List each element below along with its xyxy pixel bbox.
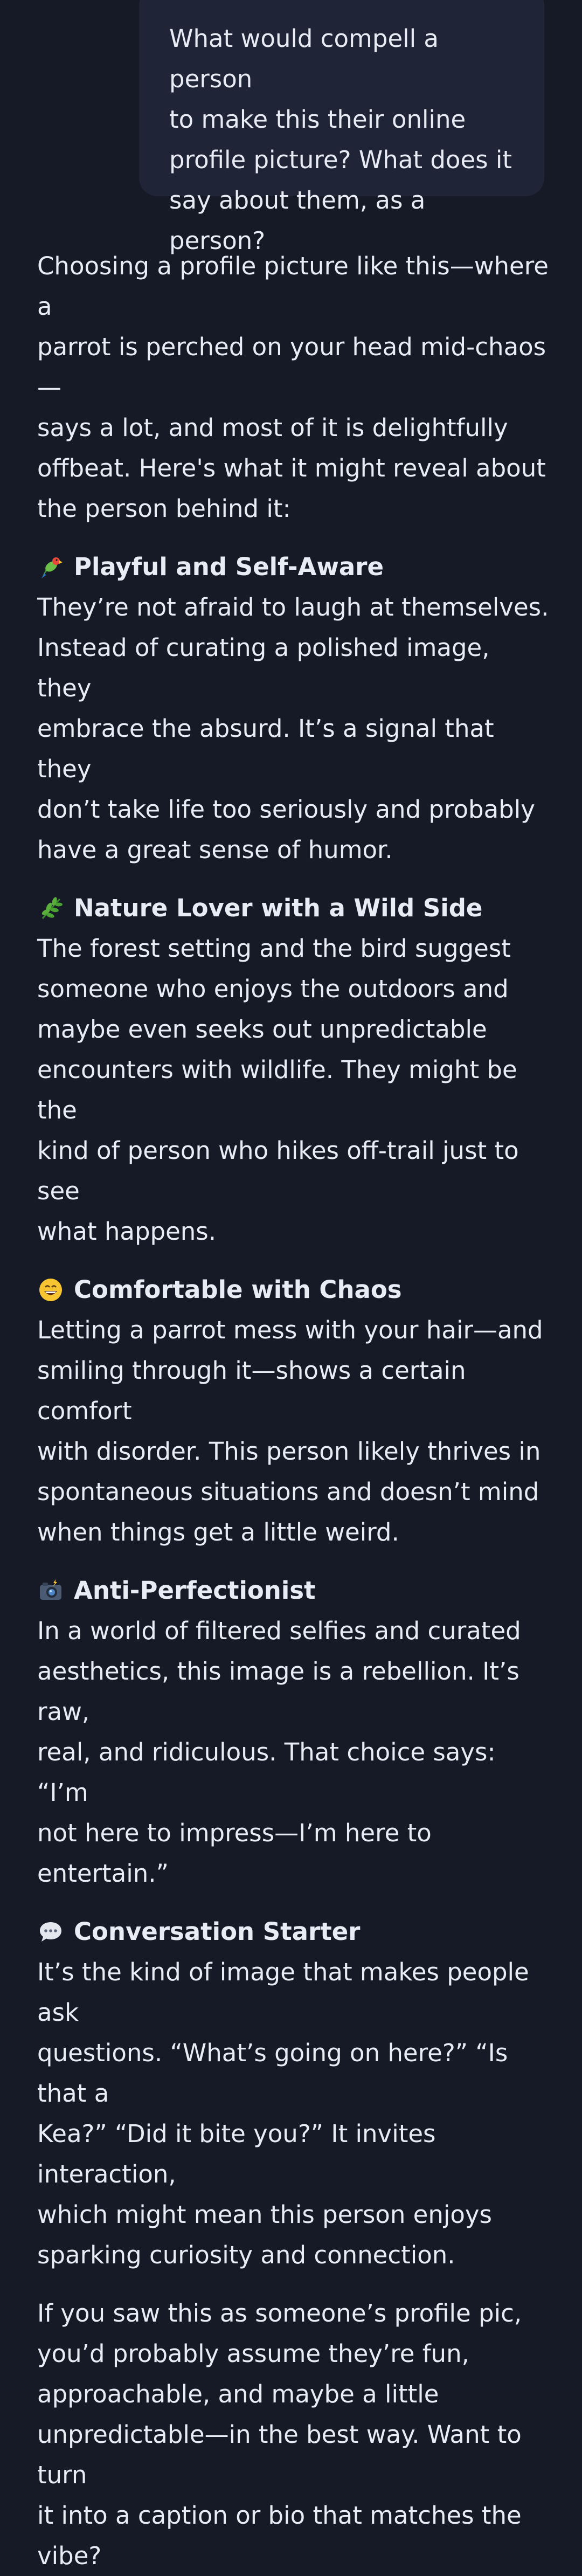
section-line: aesthetics, this image is a rebellion. I… xyxy=(37,1657,519,1726)
section-heading: Conversation Starter xyxy=(37,1911,549,1952)
section-line: real, and ridiculous. That choice says: … xyxy=(37,1738,496,1807)
section-line: smiling through it—shows a certain comfo… xyxy=(37,1356,466,1425)
section-line: It’s the kind of image that makes people… xyxy=(37,1958,529,2027)
trait-section-nature: Nature Lover with a Wild Side The forest… xyxy=(37,888,549,1252)
assistant-response: Choosing a profile picture like this—whe… xyxy=(37,246,549,2576)
section-title: Conversation Starter xyxy=(74,1917,361,1946)
section-line: kind of person who hikes off-trail just … xyxy=(37,1136,519,1205)
section-title: Playful and Self-Aware xyxy=(74,553,384,581)
closing-paragraph: If you saw this as someone’s profile pic… xyxy=(37,2293,549,2576)
user-message-line: profile picture? What does it xyxy=(169,146,512,174)
user-message-line: to make this their online xyxy=(169,105,466,134)
intro-paragraph: Choosing a profile picture like this—whe… xyxy=(37,246,549,529)
section-line: questions. “What’s going on here?” “Is t… xyxy=(37,2039,508,2108)
section-line: sparking curiosity and connection. xyxy=(37,2241,455,2269)
section-title: Comfortable with Chaos xyxy=(74,1275,402,1304)
section-line: have a great sense of humor. xyxy=(37,835,393,864)
section-heading: Nature Lover with a Wild Side xyxy=(37,888,549,928)
section-line: maybe even seeks out unpredictable xyxy=(37,1015,487,1044)
intro-line: the person behind it: xyxy=(37,494,291,523)
herb-icon xyxy=(37,895,64,922)
intro-line: offbeat. Here's what it might reveal abo… xyxy=(37,454,546,482)
section-line: spontaneous situations and doesn’t mind xyxy=(37,1477,539,1506)
section-line: don’t take life too seriously and probab… xyxy=(37,795,535,824)
intro-line: says a lot, and most of it is delightful… xyxy=(37,413,508,442)
section-heading: Comfortable with Chaos xyxy=(37,1269,549,1310)
section-title: Nature Lover with a Wild Side xyxy=(74,894,483,922)
closing-line: If you saw this as someone’s profile pic… xyxy=(37,2299,522,2328)
trait-section-anti-perfectionist: Anti-Perfectionist In a world of filtere… xyxy=(37,1570,549,1894)
trait-section-conversation: Conversation Starter It’s the kind of im… xyxy=(37,1911,549,2275)
section-title: Anti-Perfectionist xyxy=(74,1576,316,1605)
section-line: someone who enjoys the outdoors and xyxy=(37,975,509,1003)
section-line: The forest setting and the bird suggest xyxy=(37,934,511,963)
section-line: Instead of curating a polished image, th… xyxy=(37,633,490,702)
section-line: what happens. xyxy=(37,1217,217,1246)
speech-bubble-icon xyxy=(37,1918,64,1945)
section-line: when things get a little weird. xyxy=(37,1518,399,1546)
section-line: which might mean this person enjoys xyxy=(37,2200,492,2229)
section-line: In a world of filtered selfies and curat… xyxy=(37,1617,521,1645)
section-line: They’re not afraid to laugh at themselve… xyxy=(37,593,549,621)
section-line: with disorder. This person likely thrive… xyxy=(37,1437,541,1466)
closing-line: unpredictable—in the best way. Want to t… xyxy=(37,2420,522,2489)
closing-line: vibe? xyxy=(37,2542,102,2570)
section-heading: Playful and Self-Aware xyxy=(37,547,549,587)
section-line: encounters with wildlife. They might be … xyxy=(37,1055,517,1124)
trait-section-playful: Playful and Self-Aware They’re not afrai… xyxy=(37,547,549,870)
section-line: embrace the absurd. It’s a signal that t… xyxy=(37,714,494,783)
section-line: Letting a parrot mess with your hair—and xyxy=(37,1316,543,1344)
closing-line: it into a caption or bio that matches th… xyxy=(37,2501,522,2530)
closing-line: you’d probably assume they’re fun, xyxy=(37,2339,469,2368)
section-line: not here to impress—I’m here to entertai… xyxy=(37,1819,432,1888)
intro-line: Choosing a profile picture like this—whe… xyxy=(37,252,549,321)
user-message-line: What would compell a person xyxy=(169,24,439,93)
closing-line: approachable, and maybe a little xyxy=(37,2380,439,2408)
section-heading: Anti-Perfectionist xyxy=(37,1570,549,1611)
camera-flash-icon xyxy=(37,1577,64,1604)
intro-line: parrot is perched on your head mid-chaos… xyxy=(37,333,546,402)
trait-section-chaos: Comfortable with Chaos Letting a parrot … xyxy=(37,1269,549,1552)
parrot-icon xyxy=(37,554,64,581)
grinning-face-icon xyxy=(37,1276,64,1303)
section-line: Kea?” “Did it bite you?” It invites inte… xyxy=(37,2119,436,2188)
user-message-bubble: What would compell a person to make this… xyxy=(139,0,544,255)
